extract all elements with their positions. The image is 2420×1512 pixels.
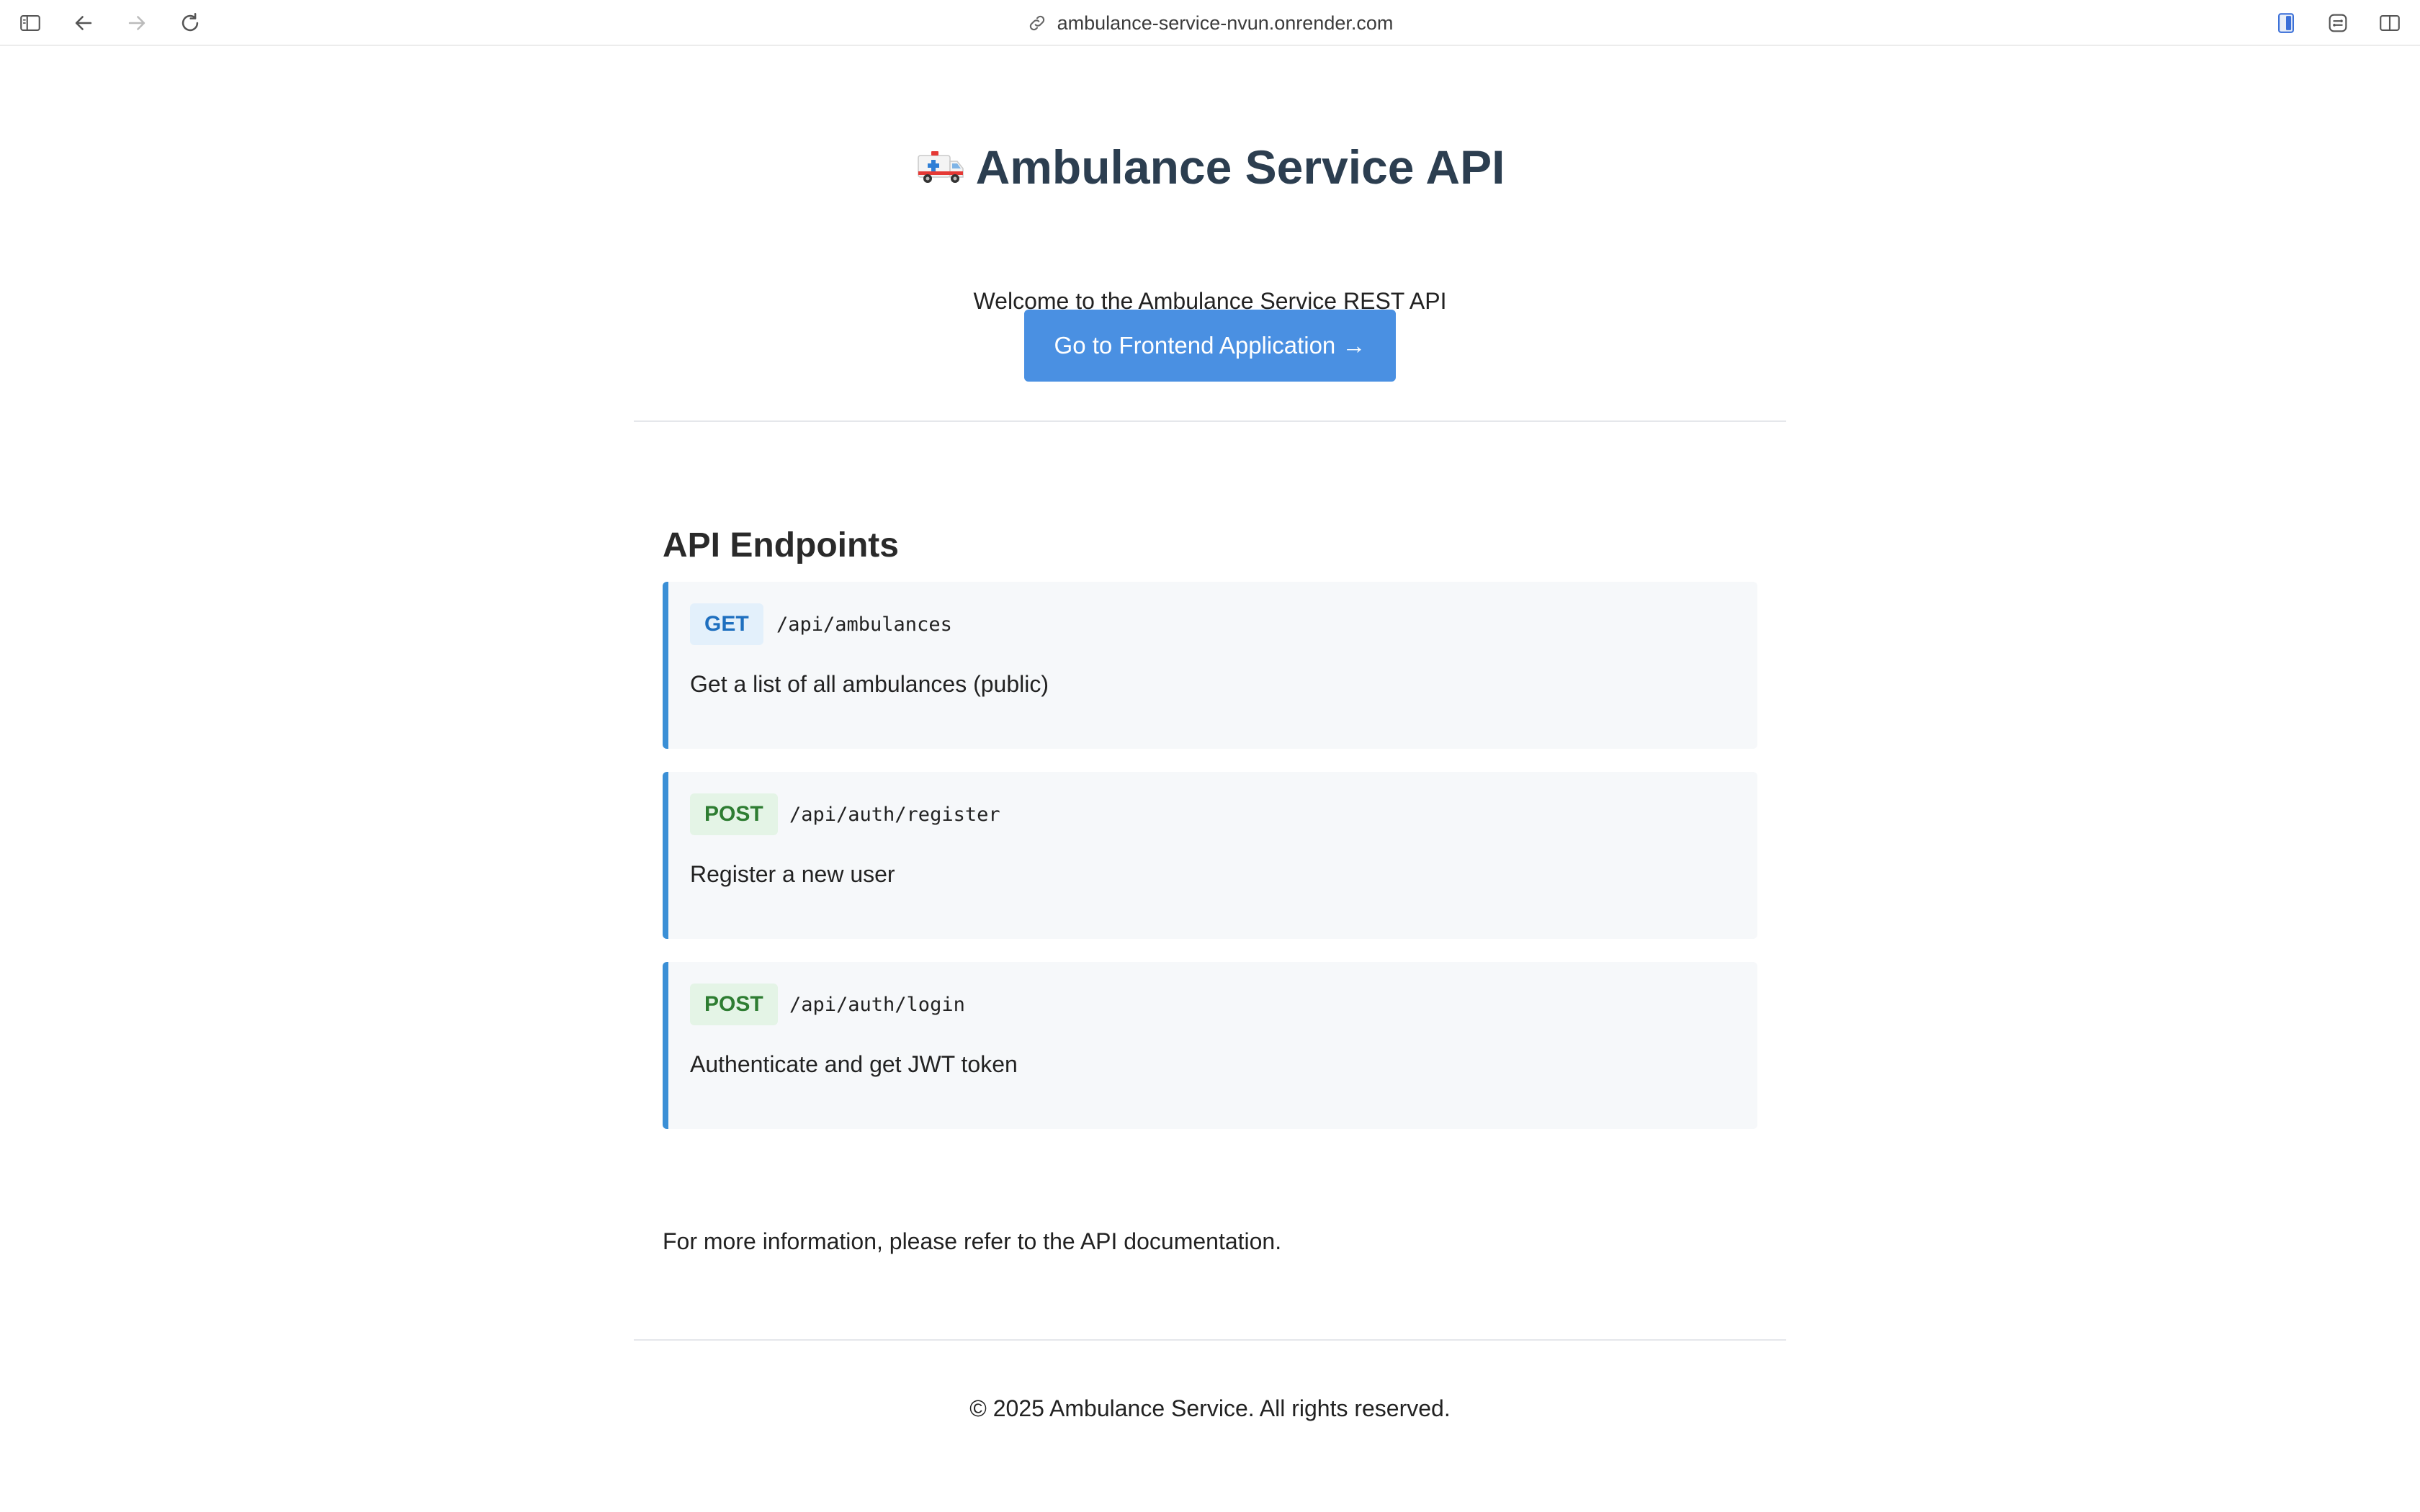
page-content: Ambulance Service API Welcome to the Amb… (634, 46, 1786, 1254)
endpoint-path: /api/ambulances (776, 613, 952, 636)
extension-button[interactable] (2272, 9, 2300, 37)
endpoint-description: Get a list of all ambulances (public) (690, 671, 1049, 697)
split-view-button[interactable] (2375, 9, 2404, 37)
method-badge: POST (690, 984, 778, 1025)
more-info-text: For more information, please refer to th… (663, 1228, 1282, 1254)
endpoints-section: API Endpoints GET /api/ambulances Get a … (663, 524, 1757, 1254)
endpoint-card: POST /api/auth/login Authenticate and ge… (663, 962, 1757, 1129)
endpoint-path: /api/auth/login (789, 993, 965, 1016)
ambulance-icon (917, 151, 964, 183)
url-text: ambulance-service-nvun.onrender.com (1057, 12, 1394, 34)
link-icon (1029, 15, 1044, 31)
section-title: API Endpoints (663, 526, 899, 564)
endpoint-description: Register a new user (690, 861, 895, 887)
page-header: Ambulance Service API Welcome to the Amb… (634, 46, 1786, 422)
endpoint-card: GET /api/ambulances Get a list of all am… (663, 582, 1757, 749)
tracker-button[interactable] (2323, 9, 2352, 37)
endpoint-card: POST /api/auth/register Register a new u… (663, 772, 1757, 939)
endpoint-description: Authenticate and get JWT token (690, 1051, 1018, 1077)
page-title: Ambulance Service API (975, 140, 1505, 194)
method-badge: GET (690, 603, 763, 645)
address-bar[interactable]: ambulance-service-nvun.onrender.com (0, 10, 2420, 36)
title-row: Ambulance Service API (634, 140, 1786, 194)
extension-icon (2278, 13, 2294, 33)
endpoint-path: /api/auth/register (789, 803, 1000, 826)
page-footer: © 2025 Ambulance Service. All rights res… (634, 1339, 1786, 1427)
browser-toolbar: ambulance-service-nvun.onrender.com (0, 0, 2420, 46)
footer-text: © 2025 Ambulance Service. All rights res… (969, 1395, 1451, 1421)
split-view-icon (2380, 15, 2400, 31)
frontend-app-button[interactable]: Go to Frontend Application → (1024, 310, 1396, 382)
tracker-icon (2329, 14, 2347, 32)
method-badge: POST (690, 793, 778, 835)
